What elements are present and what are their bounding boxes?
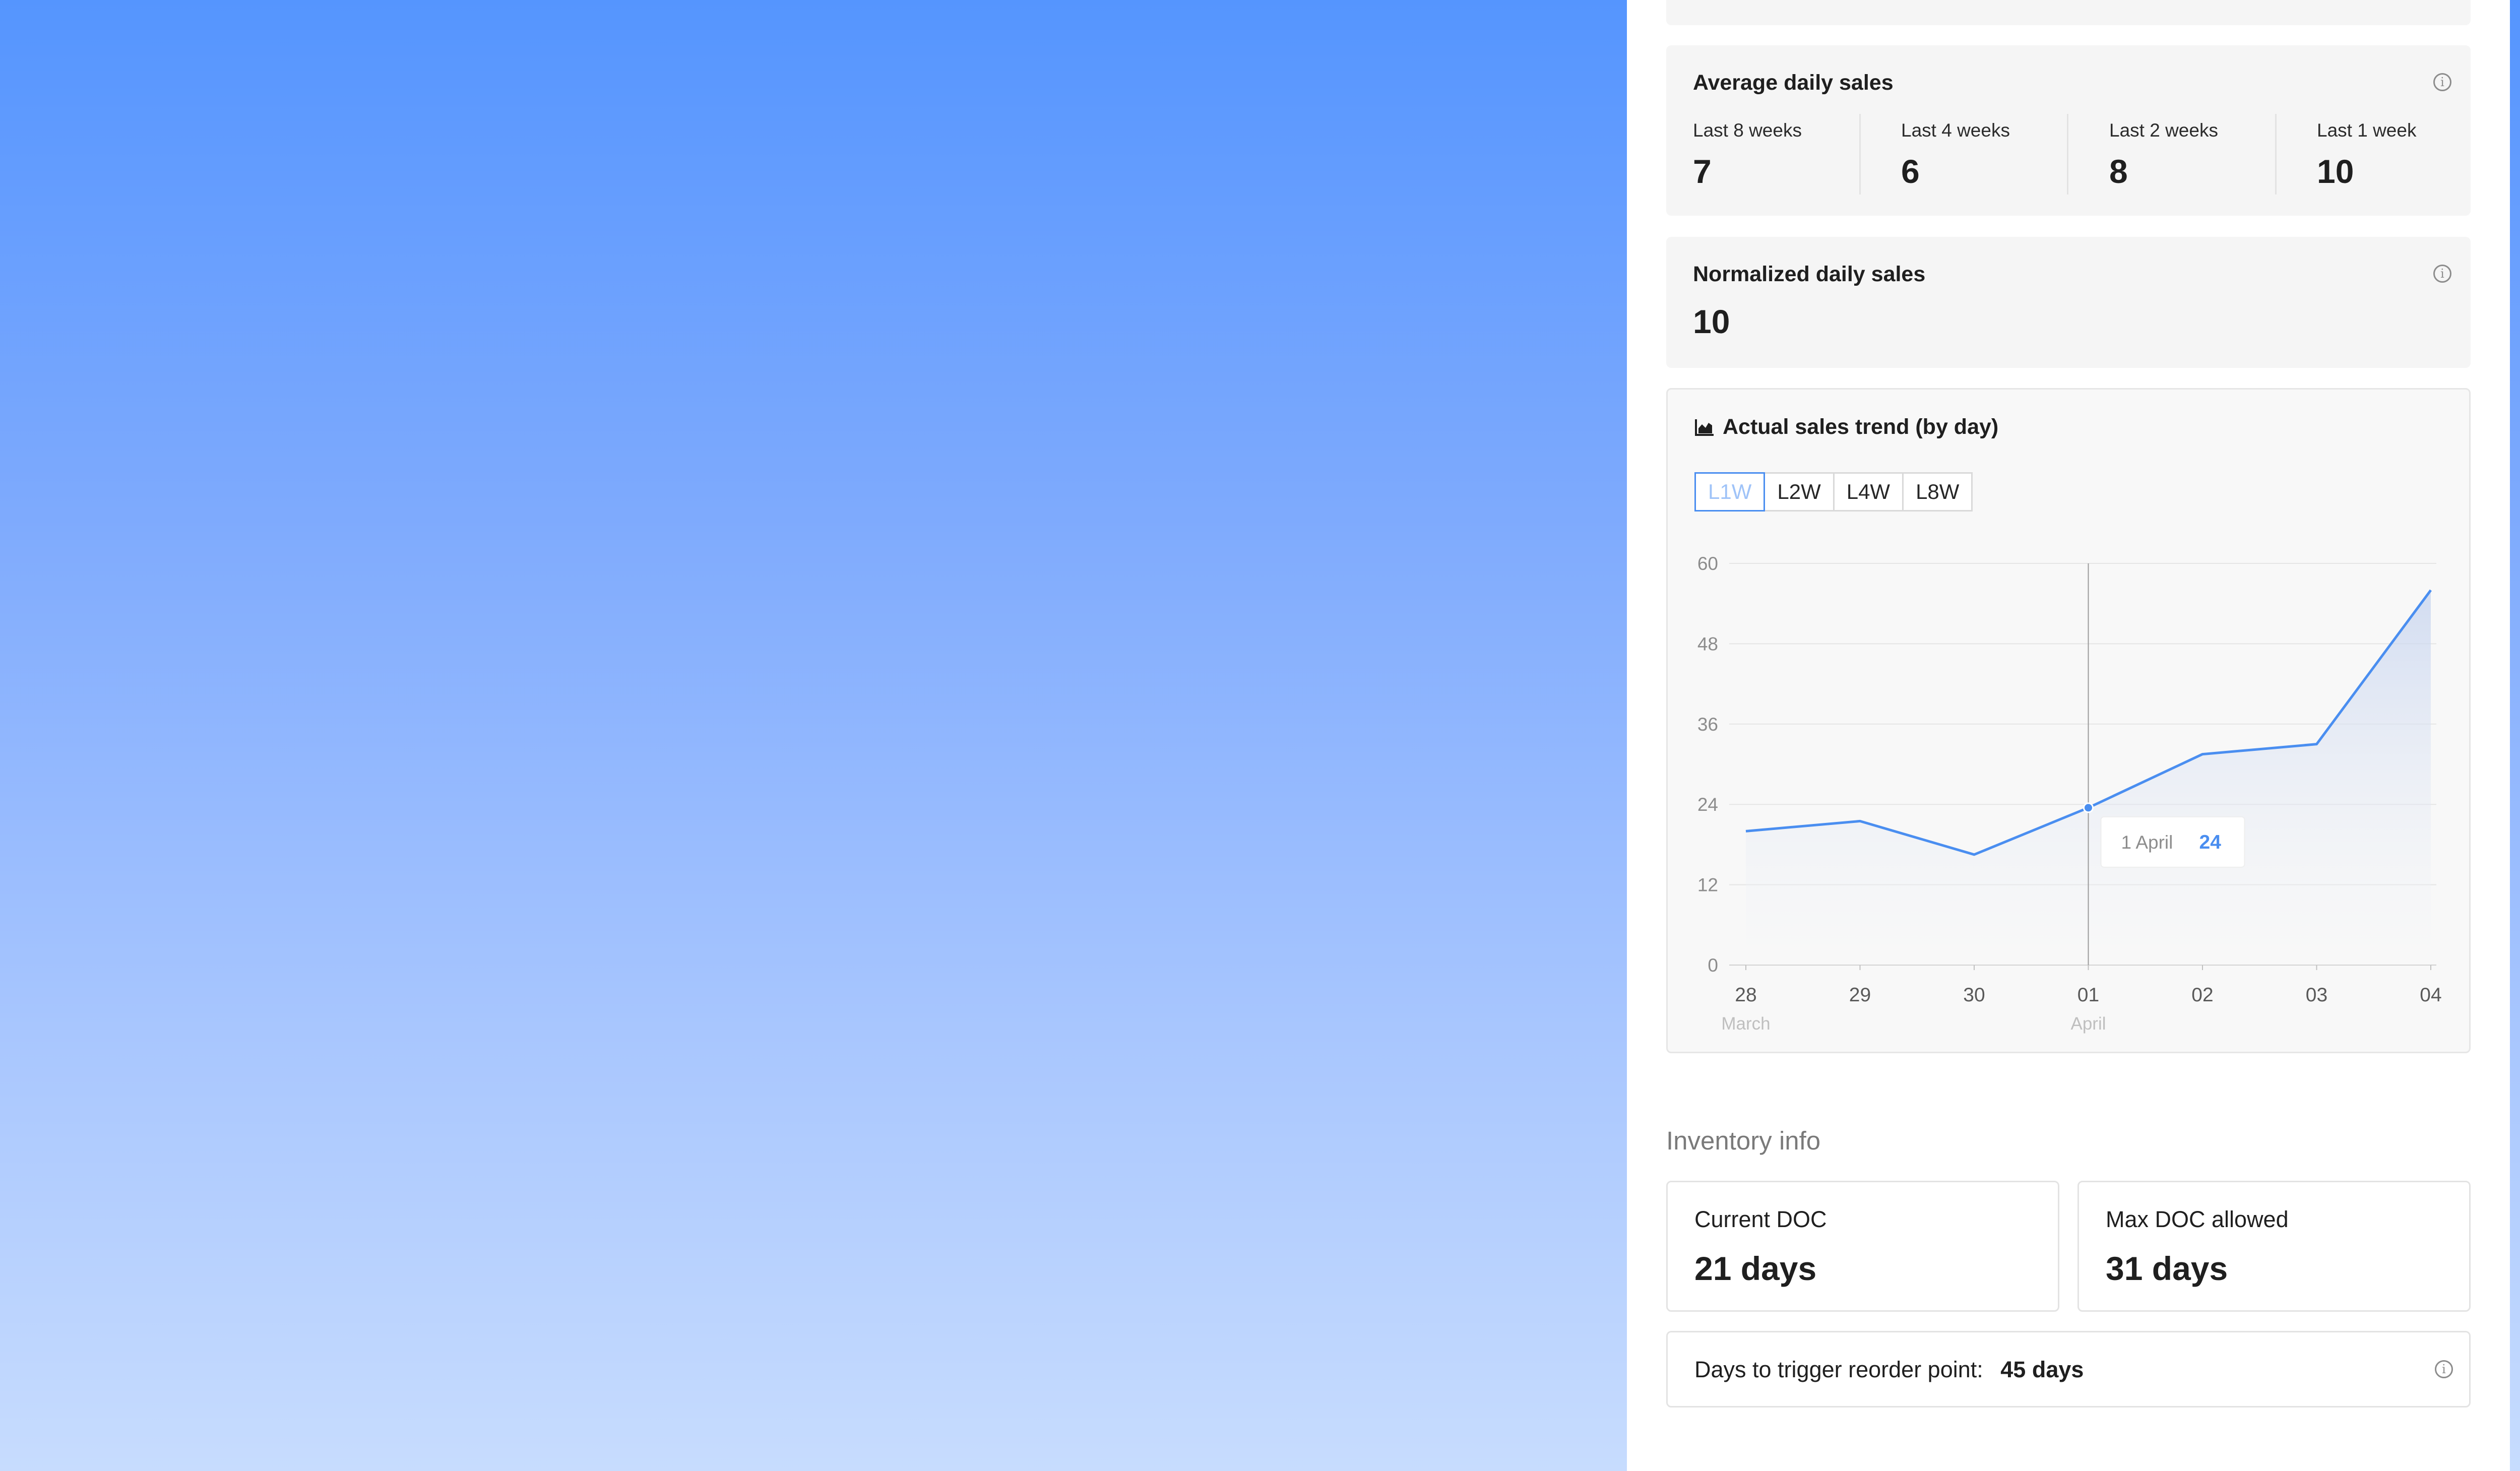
metric-label: Last 4 weeks (1901, 120, 2010, 141)
metric-last-4-weeks: Last 4 weeks 6 (1901, 120, 2083, 190)
metric-last-2-weeks: Last 2 weeks 8 (2109, 120, 2291, 190)
current-doc-value: 21 days (1694, 1250, 1817, 1287)
y-tick-label: 0 (1708, 955, 1718, 976)
reorder-point-card: Days to trigger reorder point: 45 days i (1666, 1331, 2471, 1408)
x-tick-label: 02 (2191, 984, 2213, 1006)
metric-label: Last 2 weeks (2109, 120, 2218, 141)
period-tabs: L1W L2W L4W L8W (1694, 472, 1973, 511)
y-tick-label: 36 (1697, 714, 1718, 735)
reorder-row: Days to trigger reorder point: 45 days (1694, 1357, 2084, 1383)
sales-trend-chart: 0 12 24 36 48 60 28 March 29 30 01 April 02 03 04 1 A… (1697, 553, 2442, 1034)
avg-daily-sales-card: Average daily sales i Last 8 weeks 7 Las… (1666, 45, 2471, 216)
metric-last-1-week: Last 1 week 10 (2317, 120, 2498, 190)
x-tick-label: 04 (2420, 984, 2441, 1006)
metric-value: 8 (2109, 153, 2128, 190)
x-sub-label: April (2070, 1014, 2106, 1034)
y-tick-label: 60 (1697, 553, 1718, 574)
tooltip-value: 24 (2199, 832, 2222, 853)
y-tick-label: 24 (1697, 794, 1718, 815)
data-point[interactable] (2083, 802, 2094, 813)
current-doc-card: Current DOC 21 days (1666, 1181, 2059, 1312)
previous-card-stub (1666, 0, 2471, 25)
divider (2067, 114, 2068, 195)
x-sub-label: March (1721, 1014, 1770, 1034)
x-tick-label: 29 (1849, 984, 1871, 1006)
area-chart-icon (1695, 419, 1714, 436)
metric-value: 7 (1693, 153, 1712, 190)
avg-daily-sales-title: Average daily sales (1693, 71, 1894, 95)
info-icon[interactable]: i (2433, 73, 2451, 91)
product-detail-panel: Average daily sales i Last 8 weeks 7 Las… (1627, 0, 2510, 1471)
metric-label: Last 1 week (2317, 120, 2417, 141)
y-tick-label: 12 (1697, 875, 1718, 896)
sales-trend-card: Actual sales trend (by day) L1W L2W L4W … (1666, 388, 2471, 1053)
x-tick-label: 28 (1735, 984, 1756, 1006)
metric-value: 10 (2317, 153, 2354, 190)
inventory-section-title: Inventory info (1666, 1126, 1821, 1155)
divider (1859, 114, 1861, 195)
tab-l8w[interactable]: L8W (1902, 472, 1973, 511)
info-icon[interactable]: i (2435, 1360, 2453, 1378)
x-tick-label: 03 (2306, 984, 2327, 1006)
max-doc-value: 31 days (2106, 1250, 2228, 1287)
reorder-label: Days to trigger reorder point: (1694, 1357, 1983, 1382)
current-doc-label: Current DOC (1694, 1206, 1827, 1232)
info-icon[interactable]: i (2433, 265, 2451, 283)
divider (2275, 114, 2277, 195)
max-doc-card: Max DOC allowed 31 days (2077, 1181, 2471, 1312)
sales-trend-header: Actual sales trend (by day) (1694, 415, 1998, 439)
x-tick-label: 30 (1963, 984, 1985, 1006)
metric-last-8-weeks: Last 8 weeks 7 (1693, 120, 1874, 190)
tab-l4w[interactable]: L4W (1833, 472, 1904, 511)
tooltip-label: 1 April (2121, 832, 2173, 853)
tab-l2w[interactable]: L2W (1763, 472, 1835, 511)
metric-value: 6 (1901, 153, 1920, 190)
normalized-daily-sales-value: 10 (1693, 303, 1730, 340)
normalized-daily-sales-card: Normalized daily sales i 10 (1666, 237, 2471, 368)
x-tick-label: 01 (2077, 984, 2099, 1006)
chart-tooltip: 1 April 24 (2100, 816, 2245, 868)
tab-l1w[interactable]: L1W (1694, 472, 1766, 511)
sales-trend-title: Actual sales trend (by day) (1723, 415, 1999, 439)
max-doc-label: Max DOC allowed (2106, 1206, 2289, 1232)
y-tick-label: 48 (1697, 633, 1718, 654)
metric-label: Last 8 weeks (1693, 120, 1802, 141)
reorder-value: 45 days (2000, 1357, 2084, 1382)
normalized-daily-sales-title: Normalized daily sales (1693, 262, 1926, 286)
